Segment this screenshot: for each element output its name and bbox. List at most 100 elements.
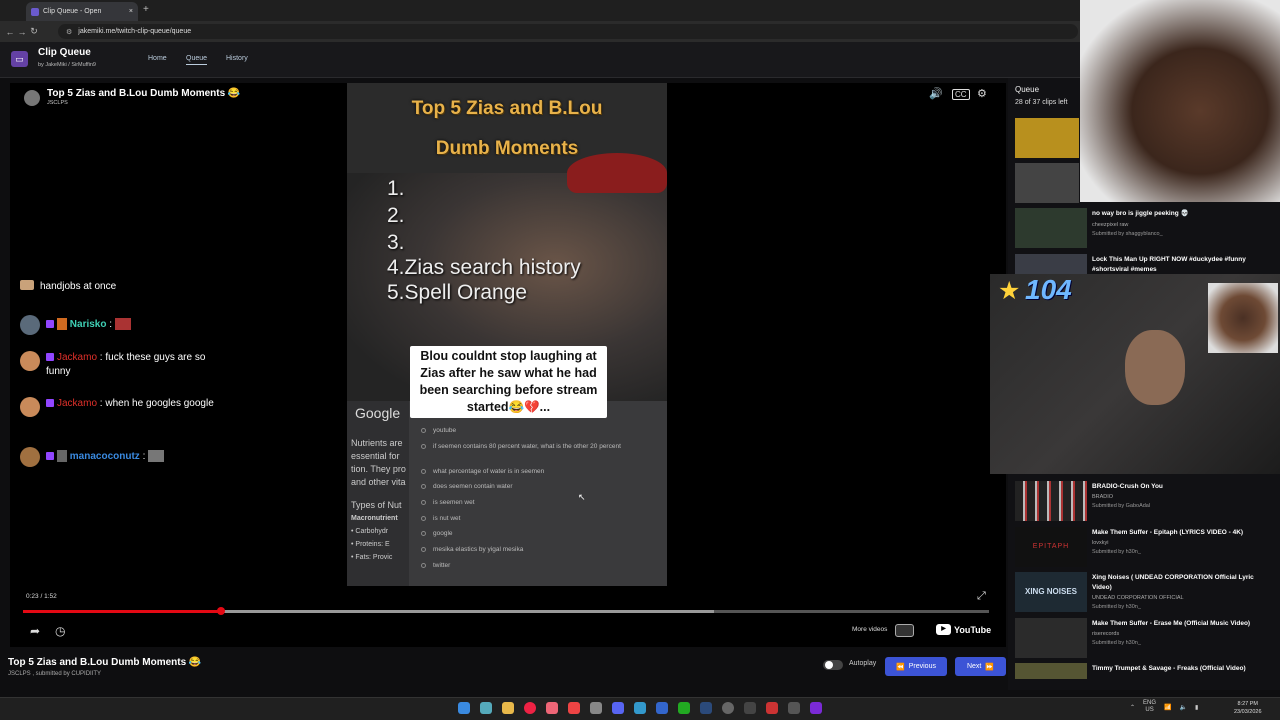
chat-message: Jackamo : fuck these guys are so funny bbox=[20, 351, 230, 379]
suggestion: if seemen contains 80 percent water, wha… bbox=[433, 443, 621, 450]
obs-icon[interactable] bbox=[722, 702, 734, 714]
suggestion: twitter bbox=[433, 562, 451, 569]
next-label: Next bbox=[966, 663, 982, 670]
player-channel[interactable]: JSCLPS bbox=[47, 100, 68, 106]
volume-tray-icon[interactable]: 🔈 bbox=[1180, 704, 1187, 711]
clock-time: 8:27 PM bbox=[1237, 701, 1258, 707]
clip-submitter: JSCLPS , submitted by CUPIDIITY bbox=[8, 671, 102, 677]
tray-expand-icon[interactable]: ⌃ bbox=[1130, 704, 1135, 711]
tab-close-icon[interactable]: × bbox=[129, 8, 133, 15]
share-icon[interactable]: ➦ bbox=[30, 624, 40, 638]
history-icon bbox=[421, 547, 426, 552]
settings-gear-icon[interactable]: ⚙ bbox=[977, 87, 987, 100]
badge-icon bbox=[57, 450, 67, 463]
history-icon bbox=[421, 484, 426, 489]
app-icon[interactable] bbox=[656, 702, 668, 714]
channel-avatar[interactable] bbox=[24, 90, 40, 106]
forward-icon[interactable]: → bbox=[16, 27, 28, 37]
fullscreen-icon[interactable]: ⤢ bbox=[977, 590, 986, 603]
reload-icon[interactable]: ↻ bbox=[28, 26, 40, 37]
captions-icon[interactable]: CC bbox=[952, 89, 970, 100]
queue-thumbnail[interactable] bbox=[1015, 118, 1079, 158]
video-frame[interactable]: Top 5 Zias and B.Lou Dumb Moments 1. 2. … bbox=[347, 83, 667, 586]
page-text-line: Macronutrient bbox=[351, 515, 398, 522]
progress-bar[interactable] bbox=[23, 607, 989, 615]
queue-item[interactable]: XING NOISES Xing Noises ( UNDEAD CORPORA… bbox=[1015, 572, 1275, 614]
settings-app-icon[interactable] bbox=[590, 702, 602, 714]
chat-text: : bbox=[142, 451, 146, 462]
webcam-overlay-face bbox=[1080, 0, 1280, 202]
chrome-icon[interactable] bbox=[524, 702, 536, 714]
chat-text: handjobs at once bbox=[40, 281, 117, 292]
youtube-text: YouTube bbox=[954, 624, 992, 635]
clock-date: 23/03/2026 bbox=[1234, 709, 1262, 715]
watch-later-icon[interactable]: ◷ bbox=[55, 624, 65, 638]
app-icon[interactable] bbox=[766, 702, 778, 714]
taskbar-clock[interactable]: 8:27 PM 23/03/2026 bbox=[1234, 700, 1262, 716]
queue-thumbnail[interactable] bbox=[1015, 163, 1079, 203]
chat-username[interactable]: Narisko bbox=[70, 319, 107, 330]
queue-item[interactable]: Timmy Trumpet & Savage - Freaks (Officia… bbox=[1015, 663, 1275, 679]
youtube-logo[interactable]: ▶ YouTube bbox=[936, 624, 991, 635]
queue-item[interactable]: no way bro is jiggle peeking 💀 cheezpixe… bbox=[1015, 208, 1275, 250]
queue-thumbnail bbox=[1015, 663, 1087, 679]
queue-item[interactable]: Lock This Man Up RIGHT NOW #duckydee #fu… bbox=[1015, 254, 1275, 274]
browser-tab[interactable]: Clip Queue - Open × bbox=[26, 2, 138, 21]
discord-icon[interactable] bbox=[612, 702, 624, 714]
brave-icon[interactable] bbox=[568, 702, 580, 714]
chat-text: : bbox=[109, 319, 113, 330]
nav-queue[interactable]: Queue bbox=[186, 55, 208, 65]
network-icon[interactable]: 📶 bbox=[1164, 704, 1171, 711]
file-explorer-icon[interactable] bbox=[502, 702, 514, 714]
chat-username[interactable]: Jackamo bbox=[57, 352, 97, 363]
queue-item[interactable]: EPITAPH Make Them Suffer - Epitaph (LYRI… bbox=[1015, 527, 1275, 569]
video-list-item: 2. bbox=[387, 204, 405, 227]
sub-badge-icon bbox=[46, 353, 54, 362]
queue-thumbnail bbox=[1015, 208, 1087, 248]
app-icon[interactable] bbox=[744, 702, 756, 714]
next-button[interactable]: Next ⏩ bbox=[955, 657, 1006, 676]
more-videos-label[interactable]: More videos bbox=[852, 626, 887, 633]
app-icon[interactable] bbox=[810, 702, 822, 714]
queue-thumbnail bbox=[1015, 481, 1087, 521]
progress-handle[interactable] bbox=[217, 607, 226, 615]
queue-item[interactable]: Make Them Suffer - Erase Me (Official Mu… bbox=[1015, 618, 1275, 660]
more-videos-icon[interactable] bbox=[895, 624, 914, 637]
nav-home[interactable]: Home bbox=[148, 55, 167, 62]
copilot-icon[interactable] bbox=[480, 702, 492, 714]
streamer-face bbox=[1125, 330, 1185, 405]
video-list-item: 1. bbox=[387, 177, 405, 200]
site-info-icon[interactable]: ⚙ bbox=[66, 28, 72, 36]
start-icon[interactable] bbox=[458, 702, 470, 714]
steam-icon[interactable] bbox=[700, 702, 712, 714]
new-tab-icon[interactable]: + bbox=[143, 4, 149, 15]
previous-icon: ⏪ bbox=[896, 663, 905, 671]
chat-avatar bbox=[20, 315, 40, 335]
queue-item[interactable]: BRADIO-Crush On You BRADIO Submitted by … bbox=[1015, 481, 1275, 523]
autoplay-label: Autoplay bbox=[849, 660, 877, 667]
queue-item-submitter: Submitted by shaggyblanco_ bbox=[1092, 231, 1163, 237]
language-indicator[interactable]: ENG US bbox=[1143, 700, 1156, 714]
back-icon[interactable]: ← bbox=[4, 27, 16, 37]
chat-text: : when he googles google bbox=[99, 398, 214, 409]
chat-emote-icon bbox=[148, 450, 165, 463]
page-text-line: and other vita bbox=[351, 477, 406, 487]
chat-username[interactable]: Jackamo bbox=[57, 398, 97, 409]
queue-item-title: no way bro is jiggle peeking 💀 bbox=[1092, 210, 1189, 217]
app-icon[interactable] bbox=[634, 702, 646, 714]
url-field[interactable]: ⚙ jakemiki.me/twitch-clip-queue/queue bbox=[58, 24, 1078, 39]
nav-history[interactable]: History bbox=[226, 55, 248, 62]
app-subtitle: by JakeMiki / SirMuffin9 bbox=[38, 62, 96, 68]
queue-thumbnail bbox=[1015, 618, 1087, 658]
previous-button[interactable]: ⏪ Previous bbox=[885, 657, 947, 676]
history-icon bbox=[421, 563, 426, 568]
app-icon[interactable] bbox=[788, 702, 800, 714]
firefox-icon[interactable] bbox=[546, 702, 558, 714]
volume-icon[interactable]: 🔊 bbox=[929, 87, 943, 100]
chat-username[interactable]: manacoconutz bbox=[70, 451, 140, 462]
page-text-line: essential for bbox=[351, 451, 400, 461]
queue-thumbnail: XING NOISES bbox=[1015, 572, 1087, 612]
player-title[interactable]: Top 5 Zias and B.Lou Dumb Moments 😂 bbox=[47, 88, 240, 99]
xbox-icon[interactable] bbox=[678, 702, 690, 714]
battery-icon[interactable]: ▮ bbox=[1195, 704, 1198, 711]
